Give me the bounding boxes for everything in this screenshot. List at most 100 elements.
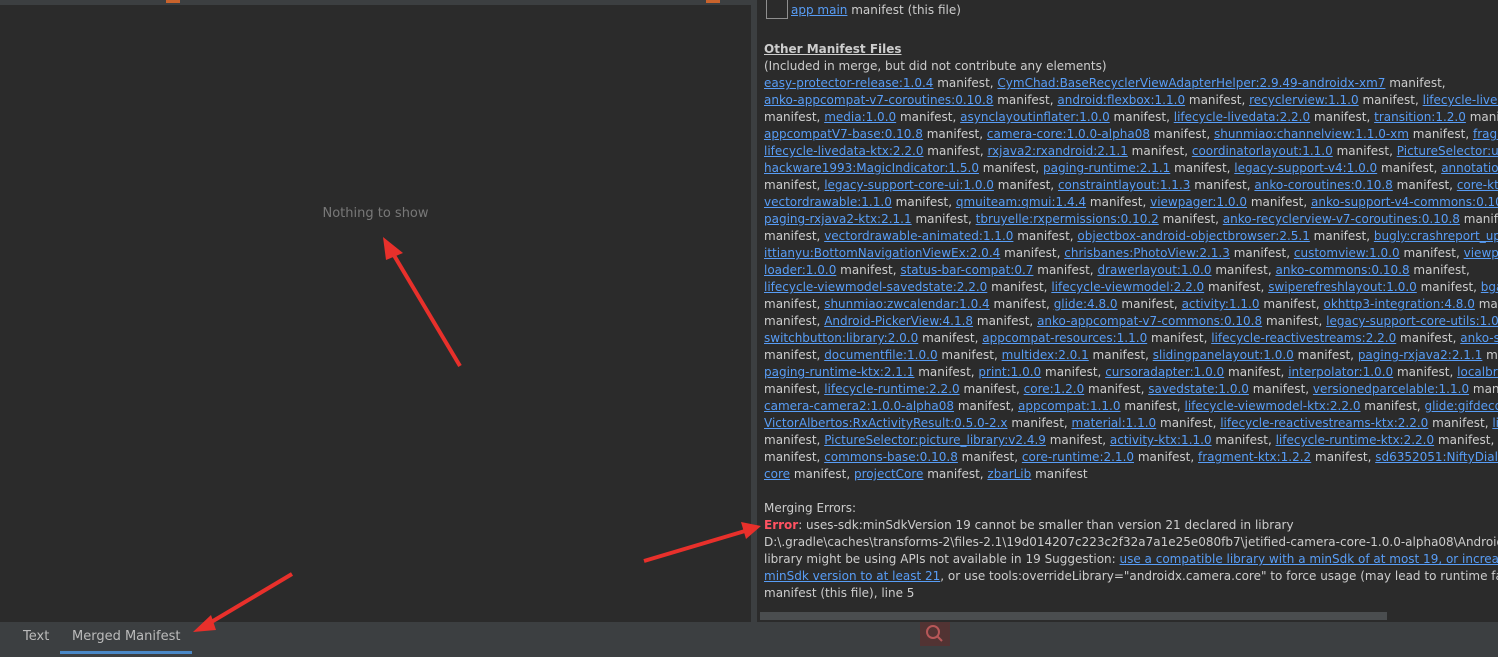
tab-merged-manifest[interactable]: Merged Manifest — [60, 622, 193, 654]
manifest-library-link[interactable]: anko-appcompat-v7-commons:0.10.8 — [1037, 314, 1262, 328]
manifest-library-link[interactable]: fragment-ktx:1.2.2 — [1198, 450, 1311, 464]
manifest-line: app main manifest (this file) — [791, 2, 961, 19]
manifest-library-link[interactable]: lifecycle-runtime-ktx:2.2.0 — [1276, 433, 1435, 447]
manifest-library-link[interactable]: sd6352051:NiftyDialogEffect — [1375, 450, 1498, 464]
manifest-library-link[interactable]: switchbutton:library:2.0.0 — [764, 331, 918, 345]
manifest-library-link[interactable]: VictorAlbertos:RxActivityResult:0.5.0-2.… — [764, 416, 1008, 430]
manifest-library-link[interactable]: vectordrawable-animated:1.1.0 — [824, 229, 1013, 243]
manifest-library-link[interactable]: Android-PickerView:4.1.8 — [824, 314, 973, 328]
manifest-library-link[interactable]: savedstate:1.0.0 — [1148, 382, 1249, 396]
manifest-library-link[interactable]: status-bar-compat:0.7 — [900, 263, 1033, 277]
manifest-library-link[interactable]: viewpager2:1. — [1464, 246, 1498, 260]
manifest-library-link[interactable]: transition:1.2.0 — [1374, 110, 1466, 124]
manifest-library-link[interactable]: easy-protector-release:1.0.4 — [764, 76, 933, 90]
manifest-library-link[interactable]: shunmiao:channelview:1.1.0-xm — [1214, 127, 1409, 141]
manifest-library-link[interactable]: swiperefreshlayout:1.0.0 — [1268, 280, 1417, 294]
manifest-library-link[interactable]: lifecycle-reactivestreams:2.2.0 — [1211, 331, 1396, 345]
manifest-library-link[interactable]: fragment:1. — [1473, 127, 1498, 141]
manifest-library-link[interactable]: versionedparcelable:1.1.0 — [1313, 382, 1469, 396]
manifest-library-link[interactable]: activity-ktx:1.1.0 — [1110, 433, 1212, 447]
manifest-library-link[interactable]: lifecycle-livedata-co — [1423, 93, 1498, 107]
manifest-library-link[interactable]: print:1.0.0 — [978, 365, 1041, 379]
manifest-library-link[interactable]: lifecycle-viewmodel:2.2.0 — [1051, 280, 1204, 294]
manifest-library-link[interactable]: use a compatible library with a minSdk o… — [1120, 552, 1498, 566]
manifest-library-link[interactable]: appcompatV7-base:0.10.8 — [764, 127, 923, 141]
manifest-library-link[interactable]: anko-support-v4-commons:0.10.8 — [1311, 195, 1498, 209]
manifest-library-link[interactable]: multidex:2.0.1 — [1002, 348, 1089, 362]
manifest-library-link[interactable]: interpolator:1.0.0 — [1288, 365, 1393, 379]
manifest-library-link[interactable]: lifecycle-livedata-ktx:2.2.0 — [764, 144, 923, 158]
manifest-library-link[interactable]: viewpager:1.0.0 — [1150, 195, 1247, 209]
manifest-library-link[interactable]: rxjava2:rxandroid:2.1.1 — [987, 144, 1127, 158]
manifest-library-link[interactable]: paging-runtime:2.1.1 — [1043, 161, 1170, 175]
manifest-library-link[interactable]: appcompat:1.1.0 — [1018, 399, 1120, 413]
manifest-library-link[interactable]: shunmiao:zwcalendar:1.0.4 — [824, 297, 990, 311]
manifest-library-link[interactable]: lifecycle-viewmodel-ktx:2.2.0 — [1185, 399, 1361, 413]
editor-tab-marker[interactable] — [706, 0, 720, 3]
manifest-library-link[interactable]: anko-appcompat-v7-coroutines:0.10.8 — [764, 93, 993, 107]
manifest-library-link[interactable]: okhttp3-integration:4.8.0 — [1324, 297, 1475, 311]
manifest-library-link[interactable]: lifecycle-reactivestreams-ktx:2.2.0 — [1220, 416, 1428, 430]
manifest-library-link[interactable]: anko-recyclerview-v7-coroutines:0.10.8 — [1223, 212, 1460, 226]
manifest-library-link[interactable]: lifecycle-livedata:2.2.0 — [1174, 110, 1310, 124]
horizontal-scrollbar[interactable] — [760, 612, 1387, 620]
tab-text[interactable]: Text — [11, 622, 61, 651]
search-icon[interactable] — [920, 622, 950, 646]
manifest-library-link[interactable]: drawerlayout:1.0.0 — [1097, 263, 1211, 277]
manifest-library-link[interactable]: vectordrawable:1.1.0 — [764, 195, 892, 209]
manifest-library-link[interactable]: coordinatorlayout:1.1.0 — [1192, 144, 1333, 158]
editor-tab-marker[interactable] — [166, 0, 180, 3]
manifest-library-link[interactable]: CymChad:BaseRecyclerViewAdapterHelper:2.… — [997, 76, 1385, 90]
manifest-library-link[interactable]: paging-rxjava2-ktx:2.1.1 — [764, 212, 912, 226]
manifest-library-link[interactable]: PictureSelector:picture_library:v2.4.9 — [824, 433, 1046, 447]
manifest-library-link[interactable]: loader:1.0.0 — [764, 263, 836, 277]
manifest-library-link[interactable]: app main — [791, 3, 847, 17]
manifest-library-link[interactable]: lifecycle-runtime:2.2.0 — [824, 382, 959, 396]
manifest-library-link[interactable]: glide:4.8.0 — [1054, 297, 1118, 311]
manifest-library-link[interactable]: customview:1.0.0 — [1294, 246, 1400, 260]
manifest-library-link[interactable]: core:1.2.0 — [1024, 382, 1085, 396]
manifest-library-link[interactable]: anko-sdk25-c — [1460, 331, 1498, 345]
manifest-library-link[interactable]: slidingpanelayout:1.0.0 — [1153, 348, 1294, 362]
manifest-library-link[interactable]: qmuiteam:qmui:1.4.4 — [956, 195, 1086, 209]
manifest-library-link[interactable]: tbruyelle:rxpermissions:0.10.2 — [976, 212, 1159, 226]
manifest-library-link[interactable]: asynclayoutinflater:1.0.0 — [960, 110, 1110, 124]
manifest-library-link[interactable]: anko-commons:0.10.8 — [1276, 263, 1410, 277]
manifest-library-link[interactable]: android:flexbox:1.1.0 — [1057, 93, 1185, 107]
manifest-library-link[interactable]: chrisbanes:PhotoView:2.1.3 — [1064, 246, 1230, 260]
manifest-library-link[interactable]: lifecycle-viewmodel-savedstate:2.2.0 — [764, 280, 987, 294]
manifest-library-link[interactable]: hackware1993:MagicIndicator:1.5.0 — [764, 161, 979, 175]
manifest-library-link[interactable]: core-runtime:2.1.0 — [1022, 450, 1134, 464]
manifest-library-link[interactable]: recyclerview:1.1.0 — [1249, 93, 1359, 107]
manifest-library-link[interactable]: camera-camera2:1.0.0-alpha08 — [764, 399, 954, 413]
manifest-library-link[interactable]: projectCore — [854, 467, 923, 481]
manifest-library-link[interactable]: material:1.1.0 — [1072, 416, 1157, 430]
manifest-library-link[interactable]: constraintlayout:1.1.3 — [1058, 178, 1190, 192]
manifest-library-link[interactable]: cursoradapter:1.0.0 — [1105, 365, 1224, 379]
manifest-library-link[interactable]: legacy-support-core-utils:1.0.0 — [1326, 314, 1498, 328]
manifest-library-link[interactable]: documentfile:1.0.0 — [824, 348, 937, 362]
manifest-library-link[interactable]: legacy-support-v4:1.0.0 — [1234, 161, 1377, 175]
manifest-library-link[interactable]: media:1.0.0 — [824, 110, 896, 124]
manifest-library-link[interactable]: appcompat-resources:1.1.0 — [982, 331, 1147, 345]
manifest-library-link[interactable]: bugly:crashreport_upgrad — [1374, 229, 1498, 243]
manifest-library-link[interactable]: zbarLib — [987, 467, 1031, 481]
manifest-library-link[interactable]: PictureSelector:ucrop:v2. — [1397, 144, 1498, 158]
manifest-library-link[interactable]: core-ktx:1.2.0 — [1457, 178, 1498, 192]
manifest-library-link[interactable]: camera-core:1.0.0-alpha08 — [987, 127, 1150, 141]
manifest-library-link[interactable]: core — [764, 467, 790, 481]
manifest-library-link[interactable]: bga-qrcod — [1481, 280, 1498, 294]
manifest-library-link[interactable]: ittianyu:BottomNavigationViewEx:2.0.4 — [764, 246, 1000, 260]
manifest-library-link[interactable]: paging-rxjava2:2.1.1 — [1358, 348, 1483, 362]
manifest-library-link[interactable]: annotation-expe — [1441, 161, 1498, 175]
manifest-library-link[interactable]: anko-coroutines:0.10.8 — [1254, 178, 1392, 192]
manifest-library-link[interactable]: paging-runtime-ktx:2.1.1 — [764, 365, 914, 379]
manifest-library-link[interactable]: minSdk version to at least 21 — [764, 569, 940, 583]
manifest-library-link[interactable]: activity:1.1.0 — [1182, 297, 1260, 311]
manifest-library-link[interactable]: legacy-support-core-ui:1.0.0 — [824, 178, 994, 192]
manifest-library-link[interactable]: localbroadcas — [1457, 365, 1498, 379]
manifest-library-link[interactable]: lifecycle-li — [1492, 416, 1498, 430]
manifest-library-link[interactable]: glide:gifdecoder:4.8 — [1424, 399, 1498, 413]
manifest-library-link[interactable]: objectbox-android-objectbrowser:2.5.1 — [1077, 229, 1309, 243]
manifest-library-link[interactable]: commons-base:0.10.8 — [824, 450, 958, 464]
